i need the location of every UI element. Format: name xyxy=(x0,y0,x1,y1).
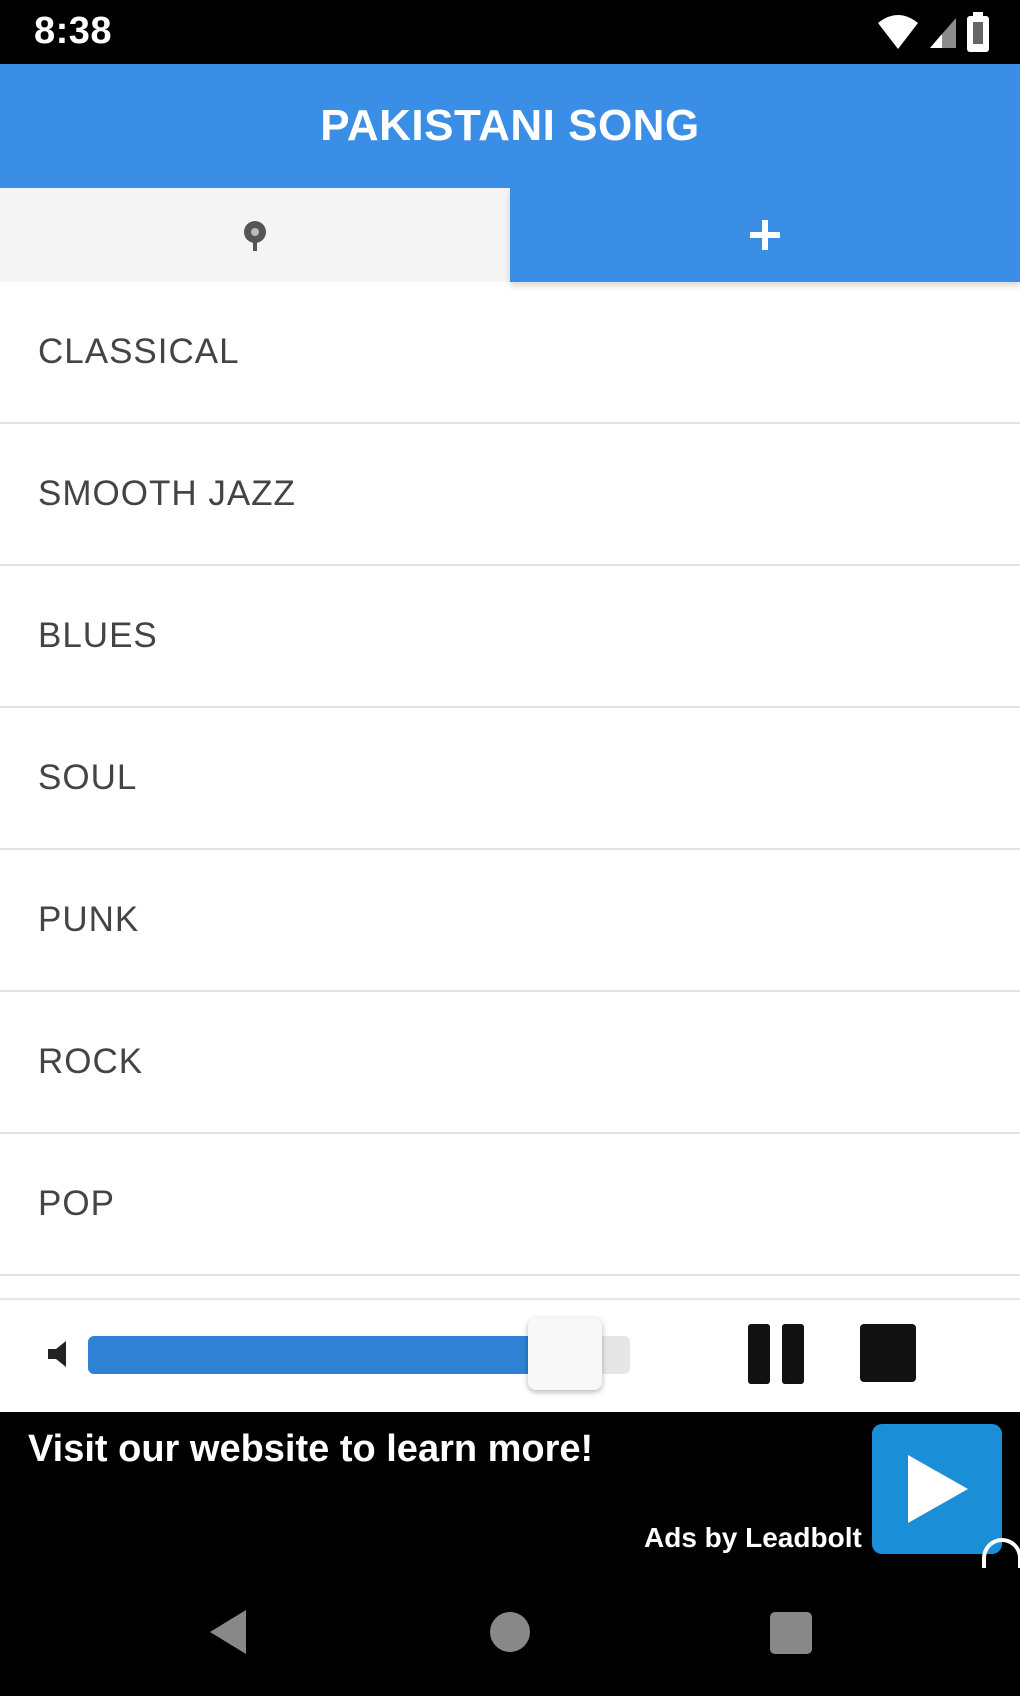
genre-label: SMOOTH JAZZ xyxy=(38,474,296,513)
app-title: PAKISTANI SONG xyxy=(320,101,700,150)
ad-credit: Ads by Leadbolt xyxy=(644,1522,862,1553)
genre-label: SOUL xyxy=(38,758,138,797)
pause-icon-bar xyxy=(782,1324,804,1384)
volume-icon xyxy=(48,1341,66,1367)
genre-list: CLASSICAL SMOOTH JAZZ BLUES SOUL PUNK RO… xyxy=(0,282,1020,1276)
tab-radio[interactable] xyxy=(0,188,510,282)
plus-icon xyxy=(750,220,780,250)
list-item[interactable]: POP xyxy=(0,1134,1020,1276)
genre-label: CLASSICAL xyxy=(38,332,240,371)
status-time: 8:38 xyxy=(34,10,113,52)
list-item[interactable]: SMOOTH JAZZ xyxy=(0,424,1020,566)
pause-icon xyxy=(748,1324,770,1384)
genre-label: PUNK xyxy=(38,900,140,939)
genre-label: ROCK xyxy=(38,1042,144,1081)
wifi-icon xyxy=(878,15,918,49)
list-item[interactable]: ROCK xyxy=(0,992,1020,1134)
radio-icon xyxy=(244,221,266,251)
home-icon[interactable] xyxy=(490,1612,530,1652)
ad-info-icon[interactable] xyxy=(982,1538,1020,1568)
back-icon[interactable] xyxy=(206,1608,250,1656)
ad-text: Visit our website to learn more! xyxy=(28,1428,594,1470)
status-bar: 8:38 xyxy=(0,0,1020,64)
player-controls xyxy=(0,1298,1020,1410)
volume-slider-thumb[interactable] xyxy=(528,1318,602,1390)
recents-icon[interactable] xyxy=(770,1612,812,1654)
tab-add[interactable] xyxy=(510,188,1020,282)
battery-icon xyxy=(967,12,989,52)
app-bar: PAKISTANI SONG xyxy=(0,64,1020,188)
ad-play-button[interactable] xyxy=(872,1424,1002,1554)
nav-bar xyxy=(0,1568,1020,1696)
list-item[interactable]: SOUL xyxy=(0,708,1020,850)
signal-icon xyxy=(930,18,956,48)
list-item[interactable]: PUNK xyxy=(0,850,1020,992)
volume-slider-fill xyxy=(88,1336,554,1374)
list-item[interactable]: BLUES xyxy=(0,566,1020,708)
list-item[interactable]: CLASSICAL xyxy=(0,282,1020,424)
genre-label: POP xyxy=(38,1184,115,1223)
genre-label: BLUES xyxy=(38,616,158,655)
stop-button[interactable] xyxy=(860,1324,916,1382)
ad-banner[interactable]: Visit our website to learn more! Ads by … xyxy=(0,1412,1020,1568)
play-icon xyxy=(908,1455,968,1523)
status-icons xyxy=(876,12,990,52)
tab-bar xyxy=(0,188,1020,282)
pause-button[interactable] xyxy=(748,1324,804,1384)
